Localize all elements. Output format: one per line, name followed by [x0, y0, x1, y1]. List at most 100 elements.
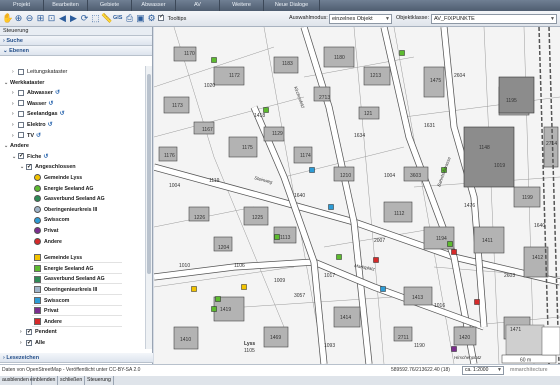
legend-square-swatch	[34, 286, 41, 294]
section-lesezeichen[interactable]: › Lesezeichen	[0, 353, 153, 363]
chevron-down-icon: ▼	[497, 367, 502, 373]
building	[523, 246, 549, 278]
zoom-next-icon[interactable]: ▶	[68, 13, 79, 24]
scroll-thumb[interactable]	[147, 74, 151, 274]
layer-checkbox[interactable]	[26, 162, 32, 172]
zoom-box-icon[interactable]: ⊞	[35, 13, 46, 24]
street-name: Hirschenplatz	[454, 355, 482, 360]
layer-leitungskataster[interactable]: › Leitungskataster	[12, 67, 67, 77]
parcel-number: 1194	[436, 236, 447, 242]
parcel-number: 2714	[546, 141, 557, 147]
layer-info-icon[interactable]: ↺	[48, 122, 53, 128]
menu-projekt[interactable]: Projekt	[0, 0, 44, 11]
selection-mode-select[interactable]: einzelnes Objekt ▼	[329, 14, 392, 24]
building-large	[498, 76, 535, 114]
layer-checkbox[interactable]	[26, 327, 32, 337]
layer-info-icon[interactable]: ↺	[60, 111, 65, 117]
refresh-icon[interactable]: ⟳	[79, 13, 90, 24]
steuerung-button[interactable]: Steuerung	[85, 376, 114, 385]
parcel-number: 1210	[340, 173, 351, 179]
menu-abwasser[interactable]: Abwasser	[132, 0, 176, 11]
zoom-extent-icon[interactable]: ⊡	[46, 13, 57, 24]
layer-checkbox[interactable]	[18, 89, 24, 96]
tooltips-checkbox[interactable]	[158, 13, 164, 21]
layer-checkbox[interactable]	[18, 151, 24, 161]
legend-label: Andere	[44, 318, 62, 325]
parcel-number: 1106	[234, 263, 245, 269]
layer-checkbox[interactable]	[26, 338, 32, 348]
object-class-select[interactable]: AV_FIXPUNKTE ▼	[431, 14, 557, 24]
menu-bearbeiten[interactable]: Bearbeiten	[44, 0, 88, 11]
layer-info-icon[interactable]: ↺	[36, 133, 41, 139]
legend-label: Andere	[44, 238, 62, 245]
menu-gebiete[interactable]: Gebiete	[88, 0, 132, 11]
settings-icon[interactable]: ⚙	[146, 13, 157, 24]
layer-label: Wasser	[27, 100, 47, 107]
scale-select-value: ca. 1:2000	[465, 367, 489, 373]
parcel-number: 1640	[294, 193, 305, 199]
tooltips-toggle[interactable]: Tooltips	[158, 13, 186, 22]
zoom-out-icon[interactable]: ⊖	[24, 13, 35, 24]
show-button[interactable]: einblenden	[28, 376, 59, 385]
menu-av[interactable]: AV	[176, 0, 220, 11]
parcel-number: 1119	[209, 178, 220, 184]
pan-hand-icon[interactable]: ✋	[2, 13, 13, 24]
menu-weitere[interactable]: Weitere	[220, 0, 264, 11]
parcel-number: 1180	[334, 55, 345, 61]
layer-checkbox[interactable]	[18, 132, 24, 139]
layer-checkbox[interactable]	[18, 68, 24, 75]
legend-circle-swatch	[34, 216, 41, 224]
layer-pendent[interactable]: ›Pendent	[20, 327, 57, 337]
layer-checkbox[interactable]	[18, 110, 24, 117]
gis-label[interactable]: GIS	[113, 15, 122, 21]
parcel-number: 1413	[412, 295, 423, 301]
layer-tree-scrollbar[interactable]	[145, 66, 152, 349]
zoom-in-icon[interactable]: ⊕	[13, 13, 24, 24]
section-suche[interactable]: › Suche	[0, 36, 152, 46]
parcel-number: 1226	[194, 215, 205, 221]
layer-werkkataster[interactable]: ⌄ Werkkataster	[4, 78, 44, 88]
layer-alle[interactable]: ›Alle	[20, 338, 45, 348]
menu-neue-dialoge[interactable]: Neue Dialoge	[264, 0, 320, 11]
layer-elektro[interactable]: › Elektro ↺	[12, 120, 53, 130]
scale-bar-label: 60 m	[520, 358, 531, 364]
layer-info-icon[interactable]: ↺	[48, 101, 53, 107]
layer-checkbox[interactable]	[18, 100, 24, 107]
layer-abwasser[interactable]: › Abwasser ↺	[12, 88, 60, 98]
print-icon[interactable]: ⎙	[124, 13, 135, 24]
parcel-number: 2007	[374, 238, 385, 244]
measure-icon[interactable]: 📏	[101, 13, 112, 24]
close-button[interactable]: schließen	[58, 376, 86, 385]
parcel-number: 3057	[294, 293, 305, 299]
fiche-marker	[211, 57, 217, 63]
layer-tree: › Leitungskataster ⌄ Werkkataster › Abwasser ↺…	[0, 66, 145, 349]
coordinate-readout: 589592.76/213622.40 (18)	[391, 367, 450, 373]
legend-item-square: Energie Seeland AG	[32, 264, 122, 274]
save-icon[interactable]: ▣	[135, 13, 146, 24]
map-view[interactable]: 1170 1172 1173 1167 1175 1176 1183 1180 1129 1174…	[154, 27, 560, 364]
zoom-previous-icon[interactable]: ◀	[57, 13, 68, 24]
legend-item-circle: Privat	[32, 226, 122, 236]
parcel-number: 2604	[454, 73, 465, 79]
layer-info-icon[interactable]: ↺	[43, 154, 48, 160]
layer-checkbox[interactable]	[18, 121, 24, 128]
layer-seelandgas[interactable]: › Seelandgas ↺	[12, 109, 65, 119]
map-canvas[interactable]: 1170 1172 1173 1167 1175 1176 1183 1180 1129 1174…	[154, 27, 560, 364]
layer-wasser[interactable]: › Wasser ↺	[12, 99, 53, 109]
parcel-number: 121	[364, 111, 373, 117]
status-bar: ausblenden einblenden schließen Steuerun…	[0, 376, 560, 385]
toolbar: ✋ ⊕ ⊖ ⊞ ⊡ ◀ ▶ ⟳ ⬚ 📏 GIS ⎙ ▣ ⚙ Tooltips A…	[0, 11, 560, 27]
layer-tv[interactable]: › TV ↺	[12, 131, 41, 141]
layer-info-icon[interactable]: ↺	[55, 90, 60, 96]
legend-item-square: Privat	[32, 306, 122, 317]
panel-title: Steuerung	[0, 27, 152, 36]
layer-fiche[interactable]: ⌄Fiche↺	[12, 151, 48, 162]
layer-andere[interactable]: ⌄ Andere	[4, 141, 29, 151]
legend-circle-swatch	[34, 184, 41, 192]
scale-select[interactable]: ca. 1:2000 ▼	[462, 366, 504, 375]
place-label: Lyss	[244, 341, 255, 347]
parcel-number: 1475	[430, 78, 441, 84]
section-ebenen[interactable]: ⌄ Ebenen	[0, 46, 152, 56]
select-icon[interactable]: ⬚	[90, 13, 101, 24]
layer-angeschlossen[interactable]: ⌄Angeschlossen	[20, 162, 76, 172]
